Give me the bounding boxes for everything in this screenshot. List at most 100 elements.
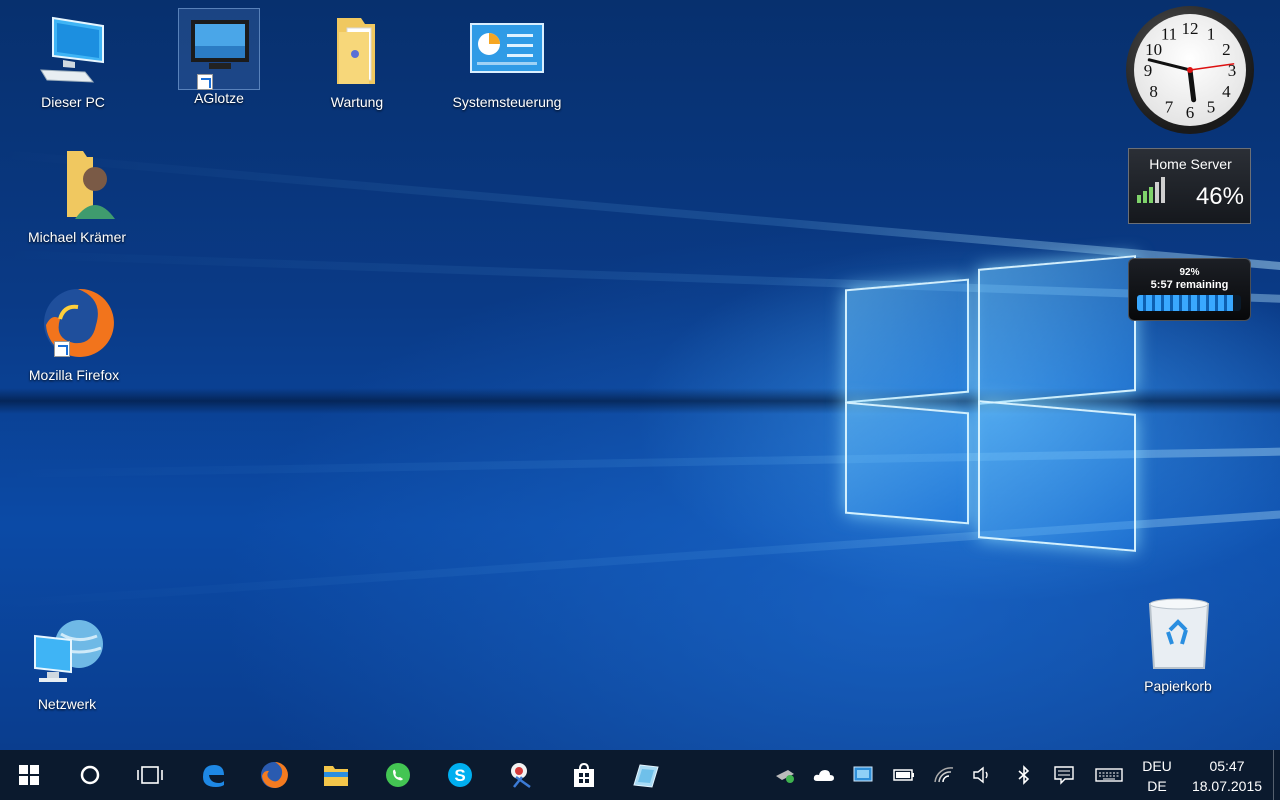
snipping-tool-icon — [511, 763, 531, 789]
battery-icon — [893, 769, 914, 781]
taskbar-skype[interactable]: S — [432, 750, 488, 800]
windows-logo-pane — [845, 278, 969, 404]
server-value: 46% — [1195, 183, 1244, 210]
battery-remaining: 5:57 remaining — [1150, 279, 1229, 291]
desktop-icon-recycle-bin[interactable]: Papierkorb — [1118, 596, 1238, 694]
signal-bars-icon — [1137, 177, 1165, 203]
taskbar-store[interactable] — [556, 750, 612, 800]
windows-logo-pane — [845, 401, 969, 525]
tv-monitor-icon — [179, 8, 259, 90]
tray-keyboard[interactable] — [1092, 750, 1126, 800]
cortana-icon — [80, 765, 100, 785]
keyboard-icon — [1095, 768, 1123, 782]
desktop-icon-label: Papierkorb — [1144, 678, 1212, 694]
desktop-wallpaper[interactable] — [0, 0, 1280, 750]
shortcut-arrow-icon — [197, 74, 213, 90]
file-explorer-icon — [324, 766, 348, 786]
clock-number: 7 — [1165, 97, 1174, 116]
clock-number: 11 — [1161, 25, 1177, 44]
tray-volume[interactable] — [968, 750, 998, 800]
input-language-bottom: DE — [1147, 778, 1167, 794]
tray-wifi[interactable] — [929, 750, 959, 800]
onedrive-icon — [813, 770, 834, 781]
desktop-icon-aglotze[interactable]: AGlotze — [159, 8, 279, 106]
network-share-icon — [776, 770, 794, 783]
app-icon — [633, 764, 659, 788]
windows-logo-pane — [978, 400, 1136, 552]
desktop-icon-label: Michael Krämer — [27, 229, 127, 245]
display-icon — [853, 766, 873, 782]
clock-number: 8 — [1149, 82, 1158, 101]
tray-action-center[interactable] — [1049, 750, 1079, 800]
desktop-icon-label: Wartung — [330, 94, 384, 110]
clock-face: 12 1234567891011 — [1144, 19, 1237, 122]
network-icon — [27, 614, 107, 694]
desktop-icon-network[interactable]: Netzwerk — [7, 614, 127, 712]
input-language[interactable]: DEU DE — [1137, 756, 1177, 796]
taskbar: S DEU DE 05:47 18.07.2015 — [0, 750, 1280, 800]
desktop-icon-label: Systemsteuerung — [452, 94, 562, 110]
wifi-icon — [934, 767, 954, 783]
desktop-icon-label: Mozilla Firefox — [28, 367, 120, 383]
battery-percent: 92% — [1179, 267, 1200, 278]
store-icon — [574, 762, 594, 787]
start-icon — [19, 765, 39, 785]
windows-logo-pane — [978, 255, 1136, 405]
user-folder-icon — [37, 147, 117, 227]
tray-network-share[interactable] — [770, 750, 800, 800]
taskbar-firefox[interactable] — [246, 750, 302, 800]
tray-onedrive[interactable] — [809, 750, 839, 800]
show-desktop-button[interactable] — [1273, 750, 1280, 800]
start-button[interactable] — [1, 750, 57, 800]
desktop-icon-label: Netzwerk — [37, 696, 97, 712]
clock-number: 12 — [1182, 19, 1199, 38]
action-center-icon — [1054, 766, 1074, 785]
edge-icon — [203, 765, 224, 787]
clock-number: 4 — [1222, 82, 1231, 101]
clock-number: 2 — [1222, 40, 1231, 59]
bluetooth-icon — [1018, 765, 1030, 785]
server-title: Home Server — [1149, 156, 1232, 172]
clock-number: 1 — [1207, 25, 1216, 44]
computer-icon — [33, 12, 113, 92]
tray-battery[interactable] — [889, 750, 919, 800]
folder-icon — [317, 12, 397, 92]
tray-display[interactable] — [848, 750, 878, 800]
clock-number: 9 — [1144, 61, 1153, 80]
clock-number: 5 — [1207, 97, 1216, 116]
home-server-gadget[interactable]: Home Server 46% — [1128, 148, 1251, 224]
taskbar-app[interactable] — [618, 750, 674, 800]
battery-level-fill — [1137, 295, 1233, 311]
taskbar-date: 18.07.2015 — [1191, 778, 1263, 794]
clock-center — [1187, 67, 1193, 73]
desktop-icon-wartung[interactable]: Wartung — [297, 12, 417, 110]
clock-gadget[interactable]: 12 1 2 3 4 5 6 7 8 9 10 11 — [1126, 6, 1254, 134]
tray-bluetooth[interactable] — [1009, 750, 1039, 800]
taskbar-clock[interactable]: 05:47 18.07.2015 — [1186, 756, 1268, 796]
battery-gadget[interactable]: 92% 5:57 remaining — [1128, 258, 1251, 321]
firefox-icon — [261, 762, 288, 788]
desktop-icon-label: AGlotze — [194, 90, 244, 106]
desktop-icon-user-folder[interactable]: Michael Krämer — [17, 147, 137, 245]
input-language-top: DEU — [1142, 758, 1172, 774]
firefox-icon — [34, 285, 114, 365]
desktop-icon-control-panel[interactable]: Systemsteuerung — [447, 12, 567, 110]
clock-hour-hand — [1187, 67, 1197, 103]
clock-number: 6 — [1186, 103, 1195, 122]
volume-icon — [973, 766, 988, 784]
taskbar-snipping-tool[interactable] — [494, 750, 550, 800]
taskbar-edge[interactable] — [185, 750, 241, 800]
taskbar-whatsapp[interactable] — [370, 750, 426, 800]
recycle-bin-icon — [1138, 596, 1218, 676]
cortana-button[interactable] — [62, 750, 118, 800]
clock-number: 10 — [1145, 40, 1162, 59]
desktop-icon-firefox[interactable]: Mozilla Firefox — [14, 285, 134, 383]
svg-text:S: S — [454, 766, 465, 785]
whatsapp-icon — [386, 763, 410, 787]
battery-level-bar — [1137, 295, 1241, 311]
desktop-icon-label: Dieser PC — [41, 94, 105, 110]
taskbar-file-explorer[interactable] — [308, 750, 364, 800]
desktop-icon-this-pc[interactable]: Dieser PC — [13, 12, 133, 110]
shortcut-arrow-icon — [54, 341, 70, 357]
task-view-button[interactable] — [122, 750, 178, 800]
